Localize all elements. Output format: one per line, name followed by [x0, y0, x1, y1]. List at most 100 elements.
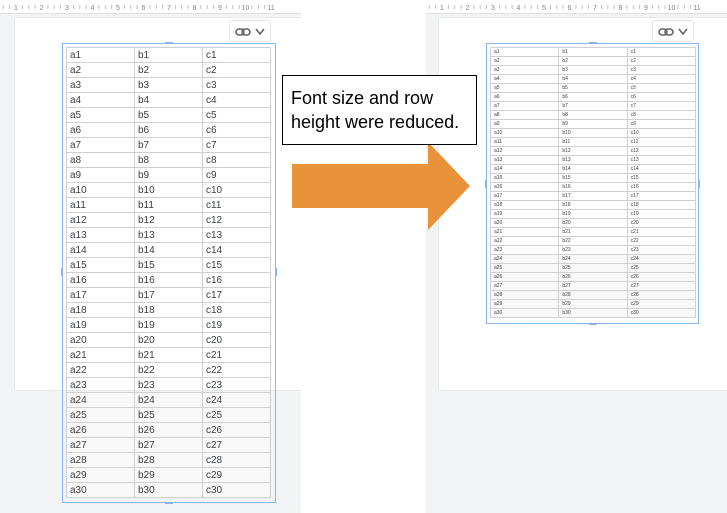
table-cell-c[interactable]: c14: [626, 164, 697, 174]
table-cell-b[interactable]: b23: [558, 245, 628, 255]
table-cell-c[interactable]: c23: [626, 245, 697, 255]
table-cell-a[interactable]: a4: [66, 92, 135, 108]
table-cell-c[interactable]: c29: [202, 467, 271, 483]
table-cell-c[interactable]: c10: [626, 128, 697, 138]
resize-handle-right[interactable]: [275, 268, 277, 276]
table-cell-a[interactable]: a11: [66, 197, 135, 213]
table-cell-a[interactable]: a5: [489, 83, 560, 93]
data-table-before[interactable]: a1 b1 c1 a2 b2 c2 a3 b3 c3 a4 b4 c4 a5 b5 c5 a6 b6 c6 a7 b7…: [66, 47, 271, 498]
table-cell-b[interactable]: b4: [134, 92, 203, 108]
table-cell-a[interactable]: a12: [66, 212, 135, 228]
table-cell-b[interactable]: b10: [134, 182, 203, 198]
table-cell-b[interactable]: b25: [558, 263, 628, 273]
table-cell-b[interactable]: b28: [134, 452, 203, 468]
table-cell-c[interactable]: c11: [626, 137, 697, 147]
table-cell-a[interactable]: a10: [66, 182, 135, 198]
table-cell-b[interactable]: b5: [558, 83, 628, 93]
table-cell-c[interactable]: c13: [626, 155, 697, 165]
table-cell-b[interactable]: b8: [134, 152, 203, 168]
table-cell-a[interactable]: a11: [489, 137, 560, 147]
table-cell-a[interactable]: a13: [489, 155, 560, 165]
table-cell-b[interactable]: b13: [134, 227, 203, 243]
table-cell-c[interactable]: c15: [626, 173, 697, 183]
table-row[interactable]: a25 b25 c25: [66, 407, 271, 423]
table-cell-b[interactable]: b20: [134, 332, 203, 348]
table-cell-a[interactable]: a1: [66, 47, 135, 63]
table-cell-c[interactable]: c17: [626, 191, 697, 201]
table-cell-a[interactable]: a16: [489, 182, 560, 192]
table-row[interactable]: a7 b7 c7: [66, 137, 271, 153]
table-cell-c[interactable]: c3: [202, 77, 271, 93]
table-row[interactable]: a3 b3 c3: [66, 77, 271, 93]
table-cell-c[interactable]: c21: [626, 227, 697, 237]
table-cell-a[interactable]: a23: [66, 377, 135, 393]
table-row[interactable]: a6 b6 c6: [489, 92, 697, 102]
table-row[interactable]: a29 b29 c29: [489, 299, 697, 309]
table-cell-c[interactable]: c14: [202, 242, 271, 258]
table-cell-c[interactable]: c22: [626, 236, 697, 246]
resize-handle-bottom[interactable]: [165, 502, 173, 504]
table-row[interactable]: a15 b15 c15: [66, 257, 271, 273]
table-row[interactable]: a27 b27 c27: [489, 281, 697, 291]
chevron-down-icon[interactable]: [678, 28, 688, 36]
table-cell-c[interactable]: c28: [202, 452, 271, 468]
table-row[interactable]: a14 b14 c14: [489, 164, 697, 174]
table-cell-c[interactable]: c6: [202, 122, 271, 138]
table-cell-c[interactable]: c29: [626, 299, 697, 309]
table-cell-a[interactable]: a26: [66, 422, 135, 438]
table-cell-b[interactable]: b19: [134, 317, 203, 333]
table-cell-c[interactable]: c13: [202, 227, 271, 243]
table-cell-c[interactable]: c8: [202, 152, 271, 168]
resize-handle-bottom[interactable]: [589, 323, 597, 325]
resize-handle-right[interactable]: [698, 180, 700, 188]
table-cell-c[interactable]: c12: [626, 146, 697, 156]
table-cell-b[interactable]: b27: [558, 281, 628, 291]
link-icon[interactable]: [658, 28, 674, 36]
table-cell-c[interactable]: c3: [626, 65, 697, 75]
table-cell-b[interactable]: b18: [558, 200, 628, 210]
table-cell-c[interactable]: c30: [202, 482, 271, 498]
table-cell-a[interactable]: a19: [66, 317, 135, 333]
table-cell-a[interactable]: a14: [489, 164, 560, 174]
table-cell-c[interactable]: c12: [202, 212, 271, 228]
table-cell-a[interactable]: a9: [489, 119, 560, 129]
table-cell-b[interactable]: b12: [558, 146, 628, 156]
table-cell-b[interactable]: b1: [558, 47, 628, 57]
table-row[interactable]: a21 b21 c21: [489, 227, 697, 237]
table-cell-b[interactable]: b6: [558, 92, 628, 102]
table-row[interactable]: a15 b15 c15: [489, 173, 697, 183]
table-cell-a[interactable]: a24: [489, 254, 560, 264]
table-cell-c[interactable]: c11: [202, 197, 271, 213]
table-cell-b[interactable]: b14: [134, 242, 203, 258]
resize-handle-left[interactable]: [485, 180, 487, 188]
table-row[interactable]: a13 b13 c13: [66, 227, 271, 243]
link-options-chip[interactable]: [229, 20, 271, 42]
table-row[interactable]: a21 b21 c21: [66, 347, 271, 363]
table-row[interactable]: a20 b20 c20: [66, 332, 271, 348]
table-cell-a[interactable]: a25: [66, 407, 135, 423]
table-row[interactable]: a22 b22 c22: [489, 236, 697, 246]
table-row[interactable]: a26 b26 c26: [489, 272, 697, 282]
table-cell-b[interactable]: b15: [558, 173, 628, 183]
table-cell-a[interactable]: a2: [489, 56, 560, 66]
table-row[interactable]: a7 b7 c7: [489, 101, 697, 111]
table-row[interactable]: a8 b8 c8: [66, 152, 271, 168]
table-cell-c[interactable]: c8: [626, 110, 697, 120]
table-cell-a[interactable]: a8: [489, 110, 560, 120]
table-row[interactable]: a10 b10 c10: [66, 182, 271, 198]
table-cell-c[interactable]: c5: [626, 83, 697, 93]
table-cell-c[interactable]: c1: [202, 47, 271, 63]
table-cell-c[interactable]: c27: [202, 437, 271, 453]
table-cell-c[interactable]: c16: [626, 182, 697, 192]
table-cell-c[interactable]: c18: [626, 200, 697, 210]
table-cell-a[interactable]: a28: [489, 290, 560, 300]
table-row[interactable]: a1 b1 c1: [489, 47, 697, 57]
table-cell-a[interactable]: a7: [489, 101, 560, 111]
table-row[interactable]: a2 b2 c2: [489, 56, 697, 66]
table-row[interactable]: a24 b24 c24: [66, 392, 271, 408]
table-cell-c[interactable]: c30: [626, 308, 697, 318]
table-cell-c[interactable]: c17: [202, 287, 271, 303]
table-cell-b[interactable]: b11: [134, 197, 203, 213]
table-cell-b[interactable]: b25: [134, 407, 203, 423]
resize-handle-left[interactable]: [61, 268, 63, 276]
